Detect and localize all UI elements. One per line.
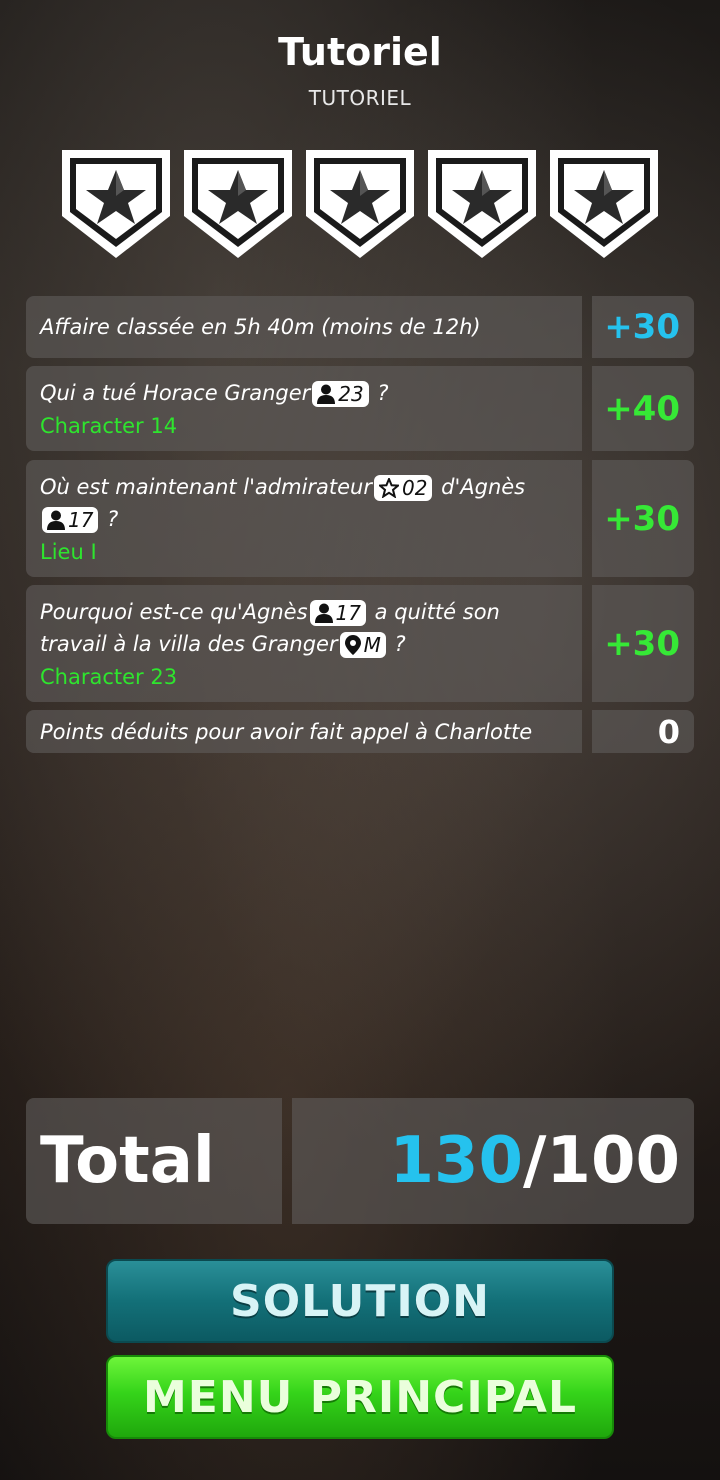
row-question: Qui a tué Horace Granger 23 ? <box>40 380 389 407</box>
total-score: 130 <box>389 1124 524 1198</box>
total-panel: Total 130/100 <box>26 1098 694 1224</box>
row-points: +30 <box>604 307 680 347</box>
total-label: Total <box>40 1124 215 1198</box>
star-shield-icon <box>550 150 658 258</box>
row-points: 0 <box>657 712 680 751</box>
person-icon <box>47 510 65 530</box>
row-points: +30 <box>604 623 680 664</box>
row-question: Où est maintenant l'admirateur 02 d'Agnès… <box>40 474 526 533</box>
person-icon <box>317 384 336 404</box>
star-rating <box>58 146 662 262</box>
solution-button[interactable]: SOLUTION <box>106 1259 614 1343</box>
row-answer: Character 14 <box>40 413 178 438</box>
page-subtitle: TUTORIEL <box>308 86 412 110</box>
page-title: Tutoriel <box>278 30 442 74</box>
character-tag[interactable]: 17 <box>309 599 366 626</box>
score-row-reason: Pourquoi est-ce qu'Agnès 17 a quitté son … <box>26 585 694 702</box>
star-shield-icon <box>306 150 414 258</box>
star-shield-icon <box>62 150 170 258</box>
score-row-deduction: Points déduits pour avoir fait appel à C… <box>26 710 694 753</box>
main-menu-button[interactable]: MENU PRINCIPAL <box>106 1355 614 1439</box>
score-row-time: Affaire classée en 5h 40m (moins de 12h)… <box>26 296 694 358</box>
clue-tag[interactable]: 02 <box>374 474 433 501</box>
row-points: +40 <box>604 388 680 429</box>
row-answer: Character 23 <box>40 664 178 689</box>
character-tag[interactable]: 17 <box>42 506 99 533</box>
map-pin-icon <box>344 634 361 655</box>
row-points: +30 <box>604 498 680 539</box>
star-shield-icon <box>428 150 536 258</box>
location-tag[interactable]: M <box>339 631 386 658</box>
score-row-admirer: Où est maintenant l'admirateur 02 d'Agnès… <box>26 460 694 577</box>
star-shield-icon <box>184 150 292 258</box>
total-max: /100 <box>523 1124 680 1198</box>
person-icon <box>314 603 333 623</box>
score-row-murderer: Qui a tué Horace Granger 23 ? Character 1… <box>26 366 694 451</box>
row-question: Pourquoi est-ce qu'Agnès 17 a quitté son … <box>40 599 500 658</box>
character-tag[interactable]: 23 <box>312 380 369 407</box>
row-answer: Lieu I <box>40 539 97 564</box>
row-question: Points déduits pour avoir fait appel à C… <box>40 719 533 744</box>
row-question: Affaire classée en 5h 40m (moins de 12h) <box>40 315 481 339</box>
star-outline-icon <box>379 477 400 498</box>
